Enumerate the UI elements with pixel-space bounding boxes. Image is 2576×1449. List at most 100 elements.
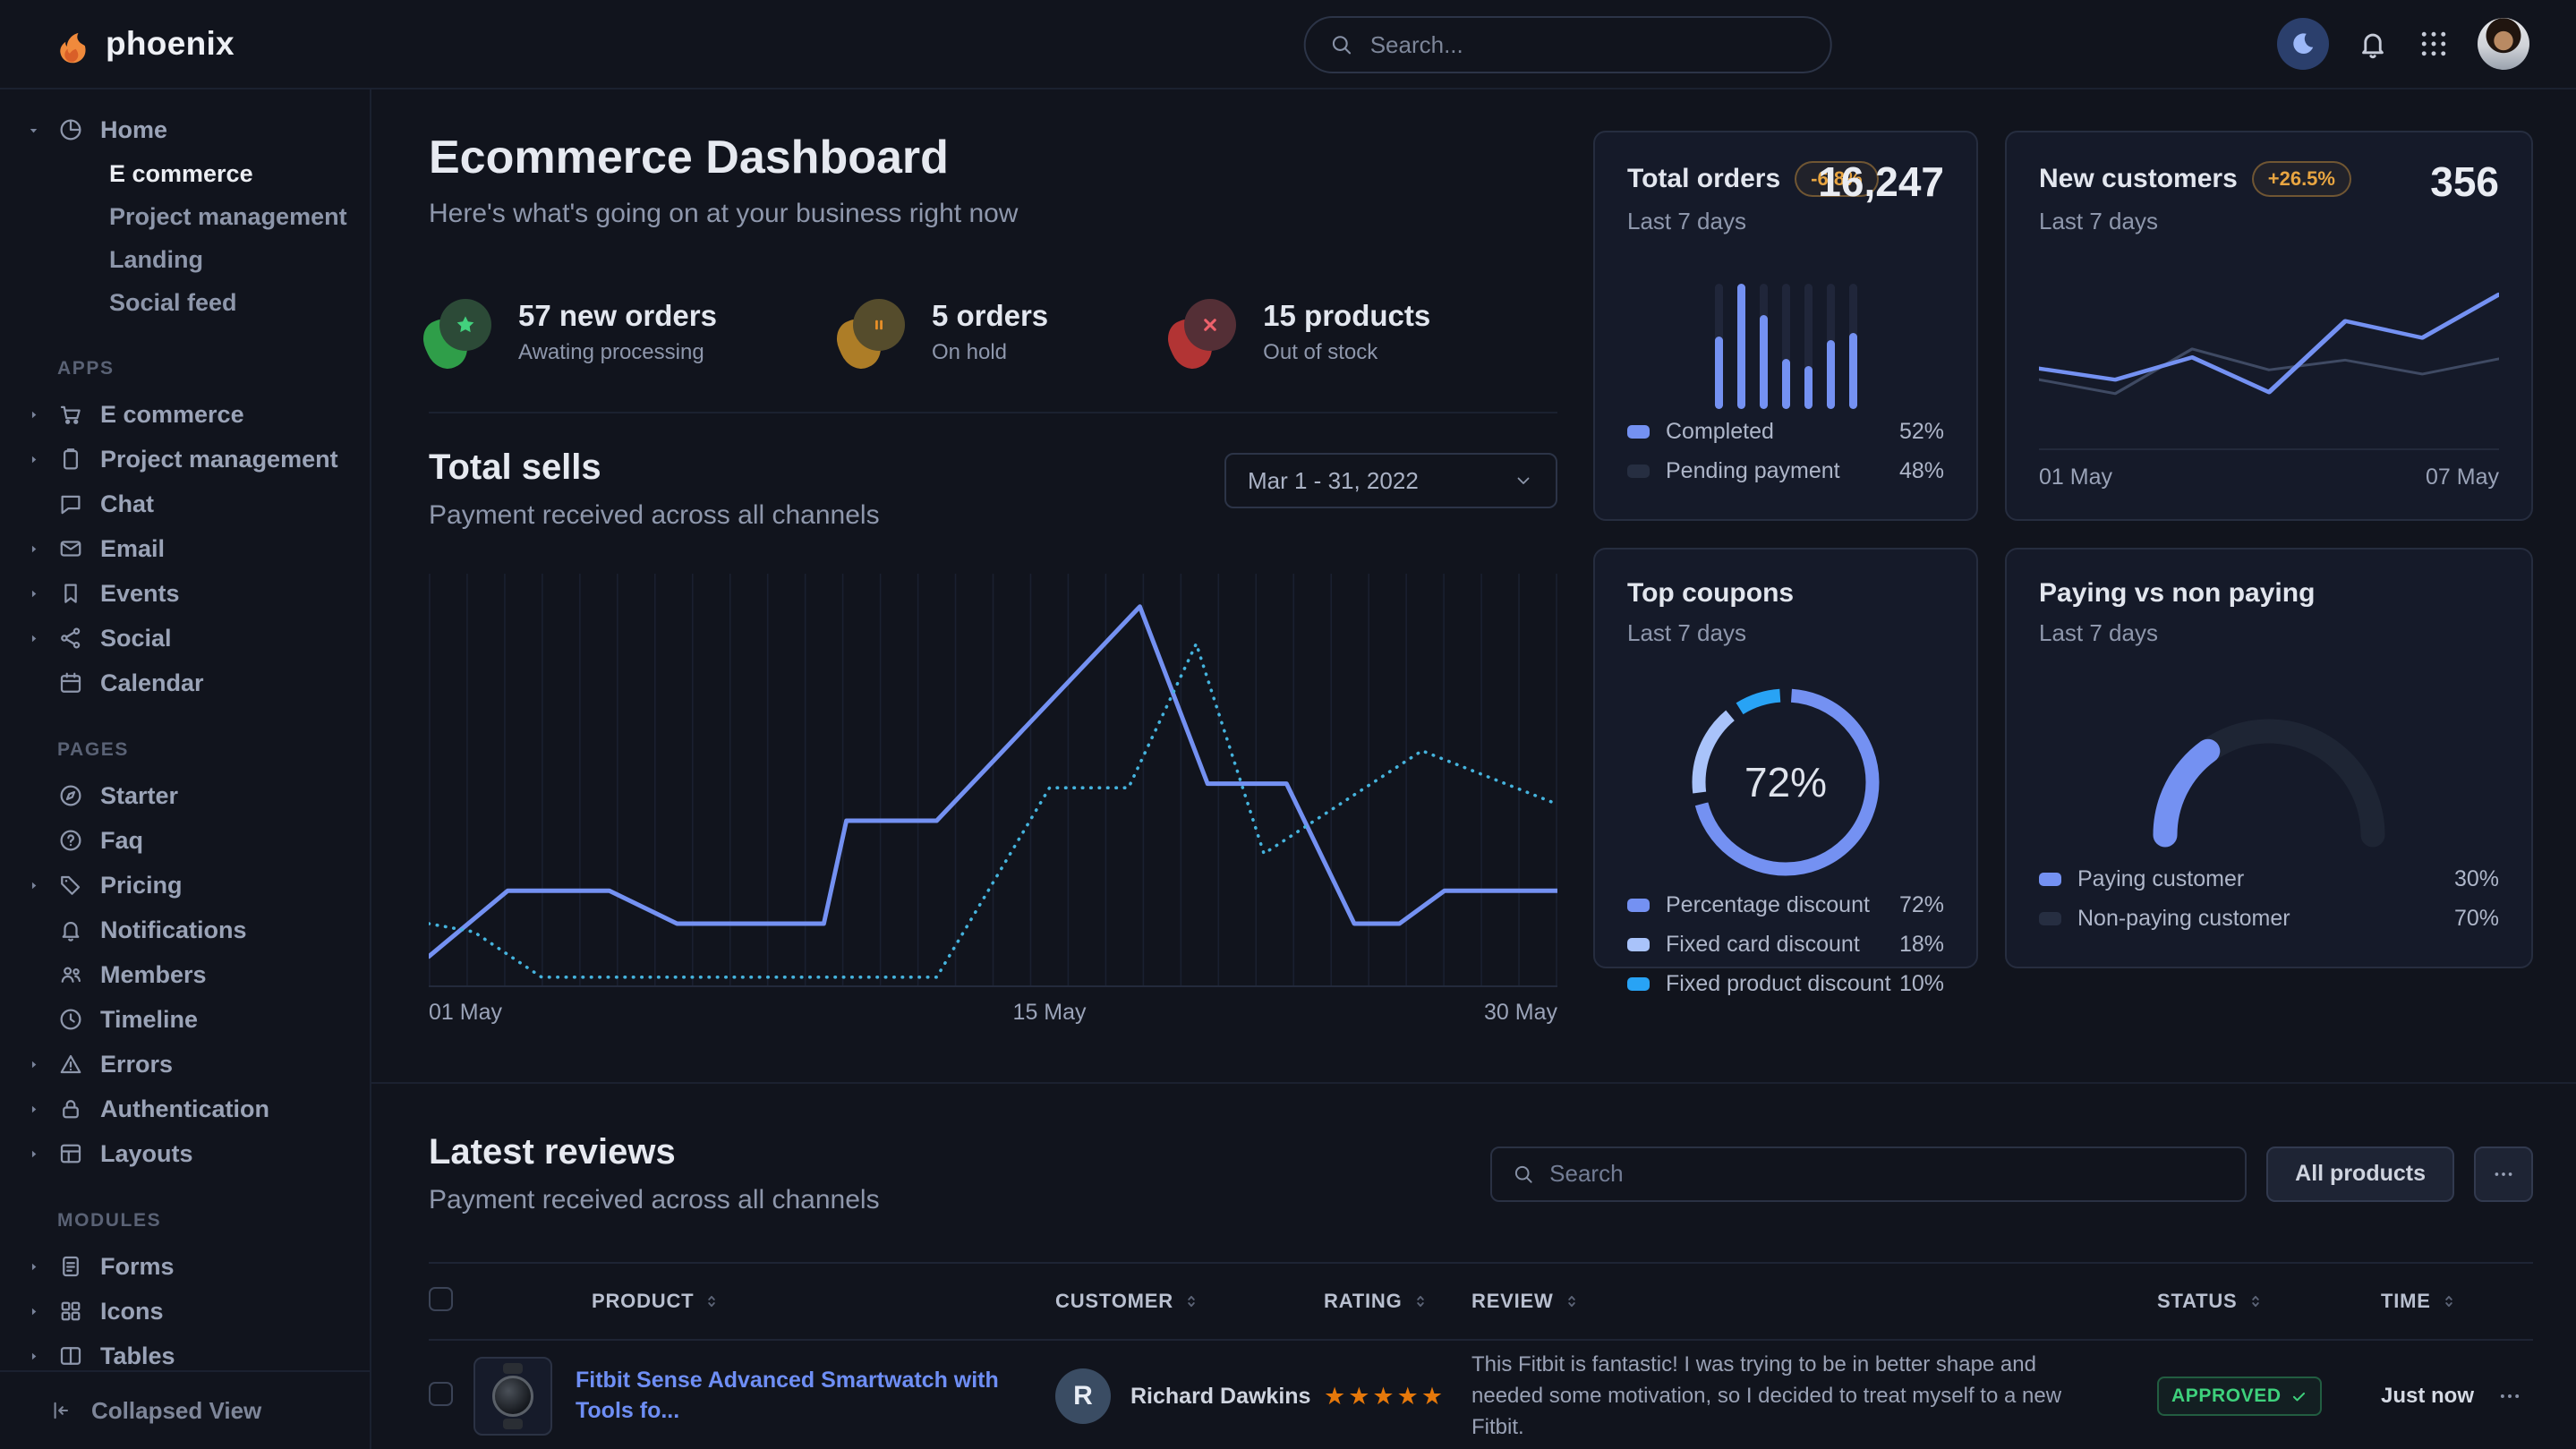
column-time[interactable]: TIME <box>2381 1290 2497 1313</box>
reviews-table-header: PRODUCT CUSTOMER RATING REVIEW S <box>429 1262 2533 1341</box>
sort-icon <box>1412 1292 1429 1310</box>
chat-icon <box>57 490 100 517</box>
kpi-cards: Total orders -6.8% Last 7 days 16,247 Co… <box>1593 131 2533 1036</box>
question-circle-icon <box>57 827 100 854</box>
new-customers-x-axis: 01 May 07 May <box>2039 448 2499 490</box>
sidebar-item-errors[interactable]: Errors <box>18 1042 352 1087</box>
bar <box>1760 284 1768 409</box>
sidebar-item-calendar[interactable]: Calendar <box>18 661 352 705</box>
sidebar-item-home[interactable]: Home <box>18 107 352 152</box>
total-orders-legend: Completed 52% Pending payment 48% <box>1627 412 1944 490</box>
sidebar-item-e-commerce[interactable]: E commerce <box>18 392 352 437</box>
sidebar-item-pricing[interactable]: Pricing <box>18 863 352 908</box>
caret-right-icon <box>27 587 57 601</box>
sidebar-item-icons[interactable]: Icons <box>18 1289 352 1334</box>
avatar: R <box>1055 1368 1111 1424</box>
user-avatar[interactable] <box>2478 18 2529 70</box>
date-range-select[interactable]: Mar 1 - 31, 2022 <box>1224 453 1557 508</box>
sidebar-item-authentication[interactable]: Authentication <box>18 1087 352 1131</box>
sidebar-item-landing[interactable]: Landing <box>18 238 352 281</box>
collapsed-view-toggle[interactable]: Collapsed View <box>0 1370 370 1449</box>
envelope-icon <box>57 535 100 562</box>
star-icon <box>439 299 491 351</box>
caret-right-icon <box>27 1260 57 1274</box>
shell: Home E commerce Project management Landi… <box>0 89 2576 1449</box>
new-customers-card: New customers +26.5% Last 7 days 356 01 … <box>2005 131 2533 521</box>
caret-down-icon <box>27 124 57 137</box>
sidebar-item-email[interactable]: Email <box>18 526 352 571</box>
sidebar-item-forms[interactable]: Forms <box>18 1244 352 1289</box>
collapse-arrow-icon <box>48 1398 73 1423</box>
nine-dots-grid-icon <box>2417 27 2451 61</box>
sidebar-item-tables[interactable]: Tables <box>18 1334 352 1370</box>
latest-reviews-section: Latest reviews Payment received across a… <box>371 1082 2576 1449</box>
main-content: Ecommerce Dashboard Here's what's going … <box>371 89 2576 1449</box>
clock-icon <box>57 1006 100 1033</box>
select-all-checkbox[interactable] <box>429 1287 453 1311</box>
sidebar-item-project-management[interactable]: Project management <box>18 437 352 482</box>
caret-right-icon <box>27 879 57 892</box>
reviews-search-input[interactable] <box>1549 1160 2225 1188</box>
brand[interactable]: phoenix <box>50 23 235 64</box>
pie-chart-icon <box>57 116 100 143</box>
global-search[interactable] <box>1304 16 1832 73</box>
product-image-smartwatch <box>473 1357 552 1436</box>
caret-right-icon <box>27 1147 57 1161</box>
notifications-button[interactable] <box>2356 27 2390 61</box>
sidebar-item-starter[interactable]: Starter <box>18 773 352 818</box>
apps-grid-button[interactable] <box>2417 27 2451 61</box>
new-customers-chart <box>2039 282 2499 422</box>
calendar-icon <box>57 669 100 696</box>
sidebar-item-project-management-home[interactable]: Project management <box>18 195 352 238</box>
sidebar-item-social-feed[interactable]: Social feed <box>18 281 352 324</box>
product-link[interactable]: Fitbit Sense Advanced Smartwatch with To… <box>576 1366 1055 1427</box>
sidebar-item-e-commerce-home[interactable]: E commerce <box>18 152 352 195</box>
reviews-table: PRODUCT CUSTOMER RATING REVIEW S <box>429 1262 2533 1449</box>
sort-icon <box>1563 1292 1581 1310</box>
stat-out-of-stock: 15 products Out of stock <box>1173 299 1430 365</box>
sidebar-item-chat[interactable]: Chat <box>18 482 352 526</box>
moon-icon <box>2289 30 2317 58</box>
bell-icon <box>2356 27 2390 61</box>
sidebar-item-social[interactable]: Social <box>18 616 352 661</box>
reviews-more-button[interactable] <box>2474 1146 2533 1202</box>
theme-toggle-button[interactable] <box>2277 18 2329 70</box>
brand-name: phoenix <box>106 25 235 63</box>
column-customer[interactable]: CUSTOMER <box>1055 1290 1324 1313</box>
cart-icon <box>57 401 100 428</box>
total-sells-title: Total sells <box>429 447 880 488</box>
sidebar-item-timeline[interactable]: Timeline <box>18 997 352 1042</box>
column-review[interactable]: REVIEW <box>1471 1290 2157 1313</box>
stat-new-orders: 57 new orders Awating processing <box>429 299 717 365</box>
pause-icon <box>853 299 905 351</box>
column-rating[interactable]: RATING <box>1324 1290 1471 1313</box>
row-checkbox[interactable] <box>429 1382 453 1406</box>
sidebar-item-faq[interactable]: Faq <box>18 818 352 863</box>
bell-icon <box>57 916 100 943</box>
caret-right-icon <box>27 453 57 466</box>
column-product[interactable]: PRODUCT <box>473 1290 1055 1313</box>
row-actions-button[interactable] <box>2497 1384 2522 1409</box>
column-status[interactable]: STATUS <box>2157 1290 2381 1313</box>
sidebar-item-layouts[interactable]: Layouts <box>18 1131 352 1176</box>
total-sells-subtitle: Payment received across all channels <box>429 500 880 531</box>
reviews-search[interactable] <box>1490 1146 2247 1202</box>
sort-icon <box>703 1292 721 1310</box>
customer-name: Richard Dawkins <box>1130 1384 1310 1410</box>
tag-icon <box>57 872 100 899</box>
share-icon <box>57 625 100 652</box>
sort-icon <box>2440 1292 2458 1310</box>
layout-icon <box>57 1140 100 1167</box>
compass-icon <box>57 782 100 809</box>
sidebar-item-notifications[interactable]: Notifications <box>18 908 352 952</box>
all-products-button[interactable]: All products <box>2266 1146 2454 1202</box>
sidebar-item-members[interactable]: Members <box>18 952 352 997</box>
search-icon <box>1329 32 1354 57</box>
status-badge: APPROVED <box>2157 1377 2322 1416</box>
page-title: Ecommerce Dashboard <box>429 131 1557 184</box>
sidebar: Home E commerce Project management Landi… <box>0 89 371 1449</box>
stat-orders-on-hold: 5 orders On hold <box>842 299 1048 365</box>
global-search-input[interactable] <box>1370 31 1807 59</box>
top-navbar: phoenix <box>0 0 2576 89</box>
sidebar-item-events[interactable]: Events <box>18 571 352 616</box>
